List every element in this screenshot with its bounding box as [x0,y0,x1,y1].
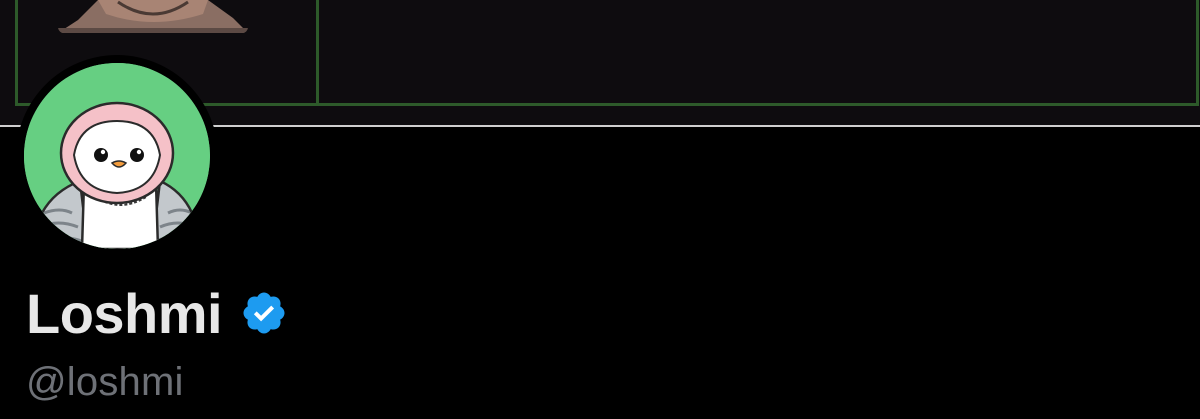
profile-name-row: Loshmi [26,278,288,348]
verified-checkmark-icon[interactable] [240,289,288,337]
profile-avatar[interactable] [16,55,218,257]
profile-display-name: Loshmi [26,281,223,345]
banner-photo [58,0,248,33]
penguin-avatar-image [24,63,210,249]
banner-divider [316,0,319,106]
profile-handle: @loshmi [26,360,184,404]
